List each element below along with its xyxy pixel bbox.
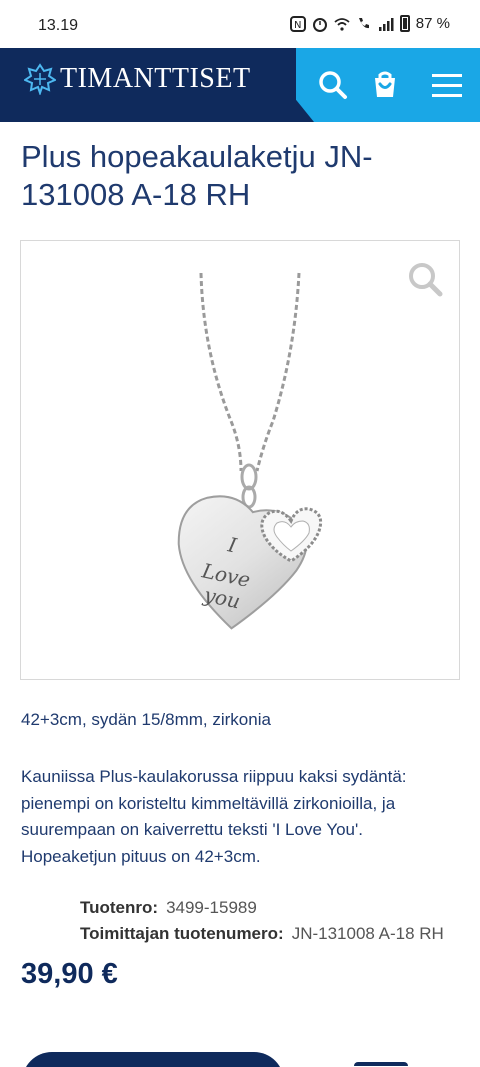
spec-value: JN-131008 A-18 RH [291, 924, 444, 943]
status-bar: 13.19 N 87 % [0, 0, 480, 48]
battery-icon [399, 15, 410, 32]
spec-label: Toimittajan tuotenumero: [80, 924, 284, 943]
shopping-bag-icon[interactable] [370, 70, 400, 100]
short-description: 42+3cm, sydän 15/8mm, zirkonia [21, 710, 271, 729]
spec-label: Tuotenro: [80, 898, 159, 917]
search-icon[interactable] [318, 70, 348, 100]
long-description: Kauniissa Plus-kaulakorussa riippuu kaks… [21, 767, 407, 866]
add-to-cart-button[interactable] [22, 1052, 284, 1067]
product-price: 39,90 € [21, 958, 118, 990]
logo-mark-icon [24, 63, 56, 95]
header-actions [296, 48, 480, 122]
status-time: 13.19 [38, 17, 79, 34]
logo-text: TIMANTTISET [60, 63, 251, 94]
nfc-icon: N [289, 15, 306, 32]
svg-text:N: N [294, 20, 301, 31]
alarm-icon [312, 17, 327, 32]
spec-value: 3499-15989 [166, 898, 257, 917]
product-image: I Love you [177, 272, 323, 630]
quantity-button[interactable] [354, 1062, 408, 1067]
product-image-box[interactable]: I Love you [20, 240, 460, 680]
spec-supplier-number: Toimittajan tuotenumero: JN-131008 A-18 R… [80, 924, 444, 944]
spec-product-number: Tuotenro: 3499-15989 [80, 898, 257, 918]
wifi-icon [334, 17, 350, 31]
hamburger-menu-icon[interactable] [432, 70, 462, 100]
status-icons: N 87 % [289, 15, 450, 32]
wifi-call-icon [358, 17, 369, 28]
battery-level: 87 % [415, 15, 450, 32]
product-title: Plus hopeakaulaketju JN-131008 A-18 RH [21, 139, 373, 212]
signal-icon [378, 17, 394, 31]
site-header: TIMANTTISET [0, 48, 480, 122]
site-logo[interactable]: TIMANTTISET [24, 63, 251, 95]
